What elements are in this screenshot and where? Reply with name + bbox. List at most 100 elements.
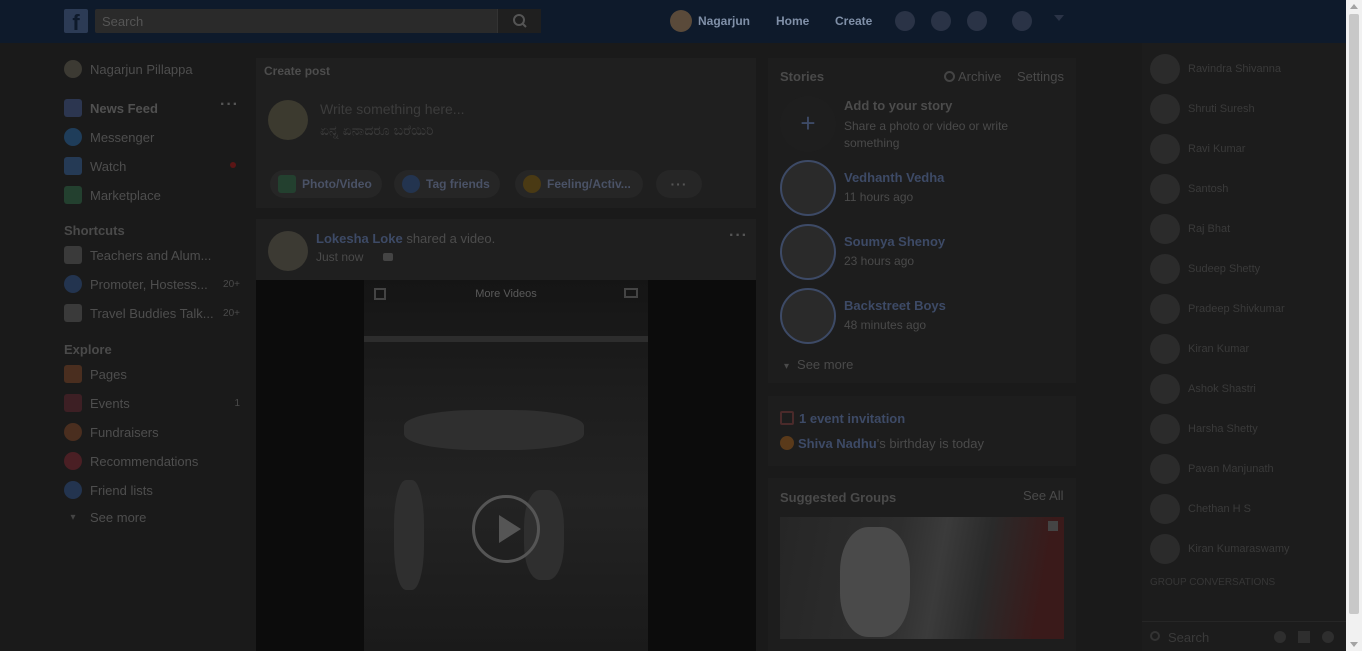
chat-contact[interactable]: Sudeep Shetty: [1150, 253, 1340, 285]
more-videos-label[interactable]: More Videos: [364, 288, 648, 300]
create-link[interactable]: Create: [835, 14, 872, 28]
post-timestamp[interactable]: Just now: [316, 250, 393, 264]
sidebar-item-fundraisers[interactable]: Fundraisers: [64, 421, 159, 443]
post-options-icon[interactable]: ···: [729, 227, 748, 245]
sidebar-item-news-feed[interactable]: News Feed: [64, 97, 158, 119]
chat-contact[interactable]: Ravi Kumar: [1150, 133, 1340, 165]
story-item[interactable]: Backstreet Boys 48 minutes ago: [780, 288, 1070, 346]
chat-contact[interactable]: Raj Bhat: [1150, 213, 1340, 245]
shortcuts-heading: Shortcuts: [64, 223, 125, 238]
scroll-down-arrow-icon[interactable]: [1350, 642, 1358, 647]
chat-contact[interactable]: Ravindra Shivanna: [1150, 53, 1340, 85]
chat-contact[interactable]: Santosh: [1150, 173, 1340, 205]
unread-count: 20+: [223, 278, 240, 290]
sidebar-item-promoter-group[interactable]: Promoter, Hostess... 20+: [64, 273, 240, 295]
account-menu-chevron-down-icon[interactable]: [1054, 15, 1064, 21]
sidebar-item-teachers-group[interactable]: Teachers and Alum...: [64, 244, 240, 266]
post-header: Lokesha Loke shared a video.: [316, 231, 495, 246]
new-message-icon[interactable]: [1298, 631, 1310, 643]
sidebar-item-messenger[interactable]: Messenger: [64, 126, 154, 148]
see-all-link[interactable]: See All: [1023, 488, 1063, 503]
more-options-button[interactable]: ···: [656, 170, 702, 198]
post-textarea-placeholder[interactable]: Write something here...: [320, 101, 464, 117]
archive-link[interactable]: Archive: [944, 69, 1001, 84]
stories-see-more[interactable]: ▾ See more: [784, 357, 853, 372]
post-action-text: shared a video.: [402, 231, 496, 246]
group-icon: [64, 304, 82, 322]
create-group-icon[interactable]: [1322, 631, 1334, 643]
birthday-reminder: Shiva Nadhu's birthday is today: [780, 436, 984, 451]
chat-contact[interactable]: Shruti Suresh: [1150, 93, 1340, 125]
search-placeholder: Search: [102, 14, 144, 29]
contact-name: Chethan H S: [1188, 503, 1251, 515]
chat-contact[interactable]: Kiran Kumar: [1150, 333, 1340, 365]
profile-link[interactable]: Nagarjun: [670, 10, 750, 32]
sidebar-item-label: Pages: [90, 366, 127, 382]
button-label: Photo/Video: [302, 177, 372, 191]
story-item[interactable]: Vedhanth Vedha 11 hours ago: [780, 160, 1070, 218]
contact-name: Kiran Kumaraswamy: [1188, 543, 1290, 555]
sidebar-item-profile[interactable]: Nagarjun Pillappa: [64, 58, 193, 80]
pages-flag-icon: [64, 365, 82, 383]
notifications-icon[interactable]: [967, 11, 987, 31]
sidebar-item-friend-lists[interactable]: Friend lists: [64, 479, 153, 501]
sidebar-see-more[interactable]: ▾ See more: [64, 506, 146, 528]
photo-video-button[interactable]: Photo/Video: [270, 170, 382, 198]
close-icon[interactable]: [1048, 521, 1058, 531]
chat-contact[interactable]: Pavan Manjunath: [1150, 453, 1340, 485]
search-button[interactable]: [497, 9, 541, 33]
video-player[interactable]: More Videos: [256, 280, 756, 651]
page-scrollbar[interactable]: [1346, 0, 1362, 651]
scroll-up-arrow-icon[interactable]: [1350, 4, 1358, 9]
post-author-link[interactable]: Lokesha Loke: [316, 231, 403, 246]
sidebar-item-label: Watch: [90, 158, 127, 174]
add-to-story[interactable]: + Add to your story Share a photo or vid…: [780, 96, 1070, 154]
sidebar-item-events[interactable]: Events 1: [64, 392, 240, 414]
birthday-person-link[interactable]: Shiva Nadhu: [798, 436, 877, 451]
post-textarea-placeholder-kannada[interactable]: ಏನ್ನ ಏನಾದರೂ ಬರೆಯಿರಿ: [320, 122, 434, 139]
chat-search-input[interactable]: Search: [1142, 621, 1346, 651]
settings-link[interactable]: Settings: [1017, 69, 1064, 84]
event-invitation-link[interactable]: 1 event invitation: [780, 411, 905, 426]
avatar[interactable]: [268, 231, 308, 271]
search-input[interactable]: Search: [95, 9, 541, 33]
chat-contact[interactable]: Kiran Kumaraswamy: [1150, 533, 1340, 565]
sidebar-item-label: Events: [90, 395, 130, 411]
avatar: [1150, 334, 1180, 364]
story-author: Soumya Shenoy: [844, 234, 946, 249]
sidebar-item-travel-group[interactable]: Travel Buddies Talk... 20+: [64, 302, 240, 324]
news-feed-more-icon[interactable]: ···: [220, 96, 239, 114]
suggested-group-image[interactable]: [780, 517, 1064, 639]
group-icon: [64, 275, 82, 293]
chat-contact[interactable]: Pradeep Shivkumar: [1150, 293, 1340, 325]
scrollbar-thumb[interactable]: [1349, 14, 1359, 614]
feeling-activity-button[interactable]: Feeling/Activ...: [515, 170, 643, 198]
story-time: 48 minutes ago: [844, 318, 927, 332]
calendar-icon: [64, 394, 82, 412]
facebook-logo-icon[interactable]: f: [64, 9, 88, 35]
play-icon[interactable]: [472, 495, 540, 563]
home-link[interactable]: Home: [776, 14, 809, 28]
help-icon[interactable]: [1012, 11, 1032, 31]
friend-requests-icon[interactable]: [895, 11, 915, 31]
chat-settings-gear-icon[interactable]: [1274, 631, 1286, 643]
avatar: [1150, 454, 1180, 484]
sidebar-item-marketplace[interactable]: Marketplace: [64, 184, 161, 206]
chevron-down-icon: ▾: [784, 361, 790, 372]
tag-friends-button[interactable]: Tag friends: [394, 170, 500, 198]
chat-contact[interactable]: Harsha Shetty: [1150, 413, 1340, 445]
contact-name: Sudeep Shetty: [1188, 263, 1261, 275]
sidebar-item-label: Marketplace: [90, 187, 161, 203]
avatar: [1150, 254, 1180, 284]
sidebar-item-recommendations[interactable]: Recommendations: [64, 450, 198, 472]
story-author: Vedhanth Vedha: [844, 170, 945, 185]
explore-heading: Explore: [64, 342, 112, 357]
chat-contact[interactable]: Chethan H S: [1150, 493, 1340, 525]
chat-contact[interactable]: Ashok Shastri: [1150, 373, 1340, 405]
watch-notification-dot: [230, 162, 236, 168]
sidebar-item-pages[interactable]: Pages: [64, 363, 127, 385]
contact-name: Ravindra Shivanna: [1188, 63, 1281, 75]
messenger-icon[interactable]: [931, 11, 951, 31]
sidebar-item-watch[interactable]: Watch: [64, 155, 126, 177]
story-item[interactable]: Soumya Shenoy 23 hours ago: [780, 224, 1070, 282]
